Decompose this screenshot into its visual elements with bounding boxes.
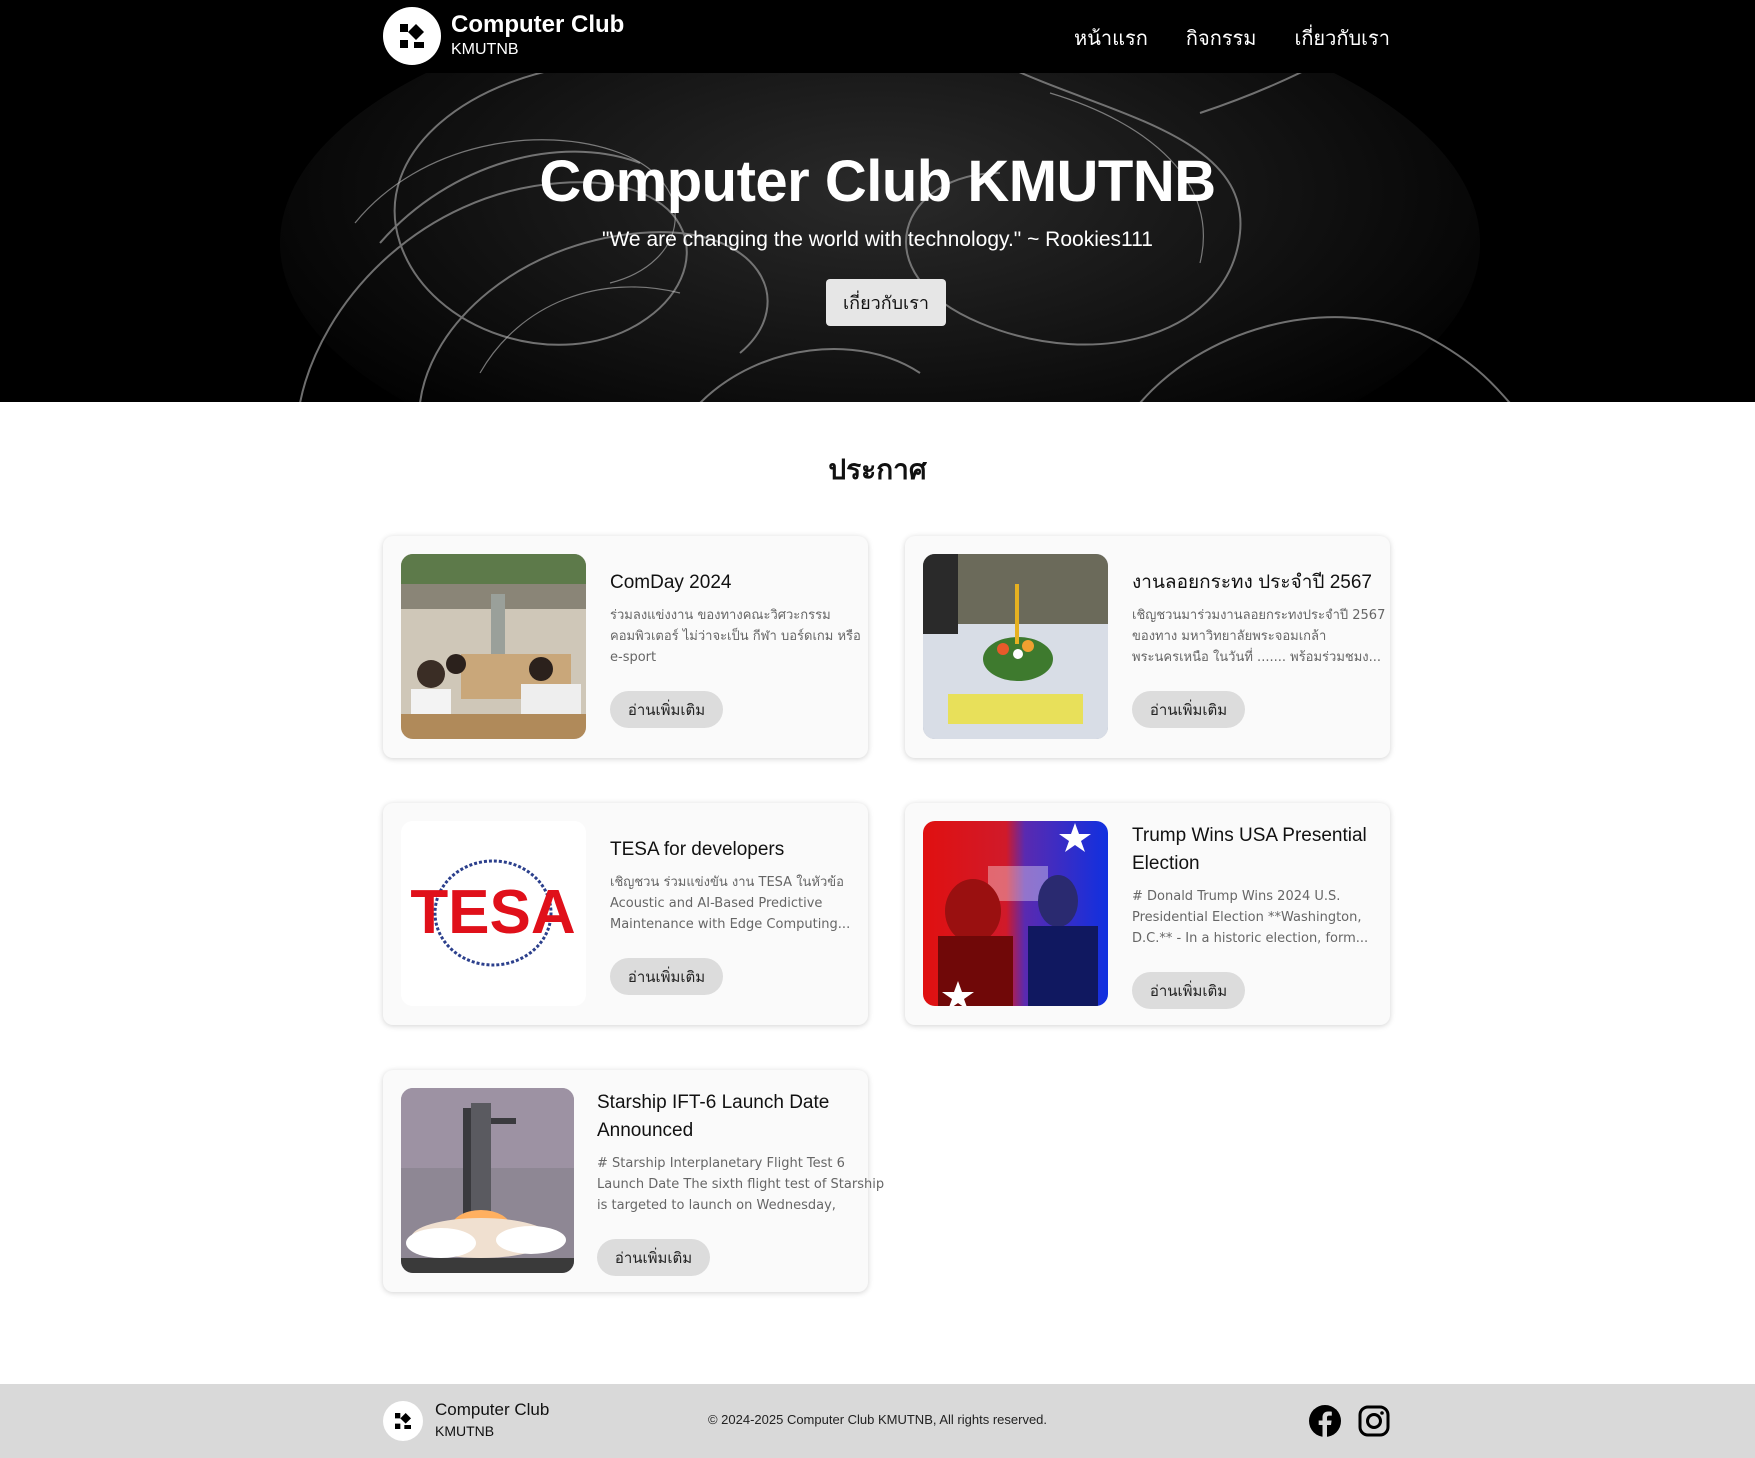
instagram-icon[interactable] <box>1357 1404 1391 1438</box>
nav-about[interactable]: เกี่ยวกับเรา <box>1294 22 1390 54</box>
nav-home[interactable]: หน้าแรก <box>1074 22 1148 54</box>
announcements-heading: ประกาศ <box>828 453 927 486</box>
card-title: งานลอยกระทง ประจำปี 2567 <box>1132 572 1372 593</box>
announcement-card[interactable]: ComDay 2024 ร่วมลงแข่งงาน ของทางคณะวิศวะ… <box>383 536 868 758</box>
card-description: เชิญชวน ร่วมแข่งขัน งาน TESA ในหัวข้อ Ac… <box>610 875 851 932</box>
card-title: ComDay 2024 <box>610 572 732 593</box>
card-description: # Starship Interplanetary Flight Test 6 … <box>597 1156 885 1213</box>
hero-title: Computer Club KMUTNB <box>539 149 1216 214</box>
announcement-card[interactable]: Trump Wins USA Presential Election # Don… <box>905 803 1390 1025</box>
comday-photo <box>401 554 586 739</box>
facebook-icon[interactable] <box>1308 1404 1342 1438</box>
hero-banner: Computer Club KMUTNB "We are changing th… <box>0 73 1755 402</box>
read-more-button[interactable]: อ่านเพิ่มเติม <box>597 1239 710 1276</box>
card-title: Starship IFT-6 Launch Date Announced <box>597 1092 830 1141</box>
footer: Computer Club KMUTNB © 2024-2025 Compute… <box>0 1384 1755 1458</box>
announcement-card[interactable]: TESA TESA for developers เชิญชวน ร่วมแข่… <box>383 803 868 1025</box>
club-logo-icon <box>383 7 441 65</box>
read-more-button[interactable]: อ่านเพิ่มเติม <box>610 691 723 728</box>
brand-subtitle: KMUTNB <box>451 41 519 58</box>
about-us-button[interactable]: เกี่ยวกับเรา <box>826 279 946 326</box>
announcement-card[interactable]: Starship IFT-6 Launch Date Announced # S… <box>383 1070 884 1292</box>
nav-activities[interactable]: กิจกรรม <box>1186 22 1257 54</box>
tesa-logo: TESA <box>401 821 586 1006</box>
main-nav: หน้าแรก กิจกรรม เกี่ยวกับเรา <box>1074 22 1390 54</box>
read-more-button[interactable]: อ่านเพิ่มเติม <box>1132 972 1245 1009</box>
starship-launch-photo <box>401 1088 574 1273</box>
navbar: Computer Club KMUTNB หน้าแรก กิจกรรม เกี… <box>0 0 1755 73</box>
announcement-card[interactable]: งานลอยกระทง ประจำปี 2567 เชิญชวนมาร่วมงา… <box>905 536 1390 758</box>
card-description: เชิญชวนมาร่วมงานลอยกระทงประจำปี 2567 ของ… <box>1132 608 1386 665</box>
copyright-text: © 2024-2025 Computer Club KMUTNB, All ri… <box>707 1412 1048 1427</box>
svg-text:TESA: TESA <box>410 878 575 947</box>
read-more-button[interactable]: อ่านเพิ่มเติม <box>1132 691 1245 728</box>
read-more-button[interactable]: อ่านเพิ่มเติม <box>610 958 723 995</box>
card-title: TESA for developers <box>610 839 785 860</box>
brand-title: Computer Club <box>451 11 625 38</box>
election-photo <box>923 821 1108 1006</box>
card-title: Trump Wins USA Presential Election <box>1132 825 1367 874</box>
hero-quote: "We are changing the world with technolo… <box>602 228 1153 251</box>
card-description: ร่วมลงแข่งงาน ของทางคณะวิศวะกรรม คอมพิวเ… <box>610 608 861 665</box>
loy-krathong-photo <box>923 554 1108 739</box>
brand[interactable]: Computer Club KMUTNB <box>383 7 624 65</box>
card-description: # Donald Trump Wins 2024 U.S. Presidenti… <box>1132 889 1369 946</box>
